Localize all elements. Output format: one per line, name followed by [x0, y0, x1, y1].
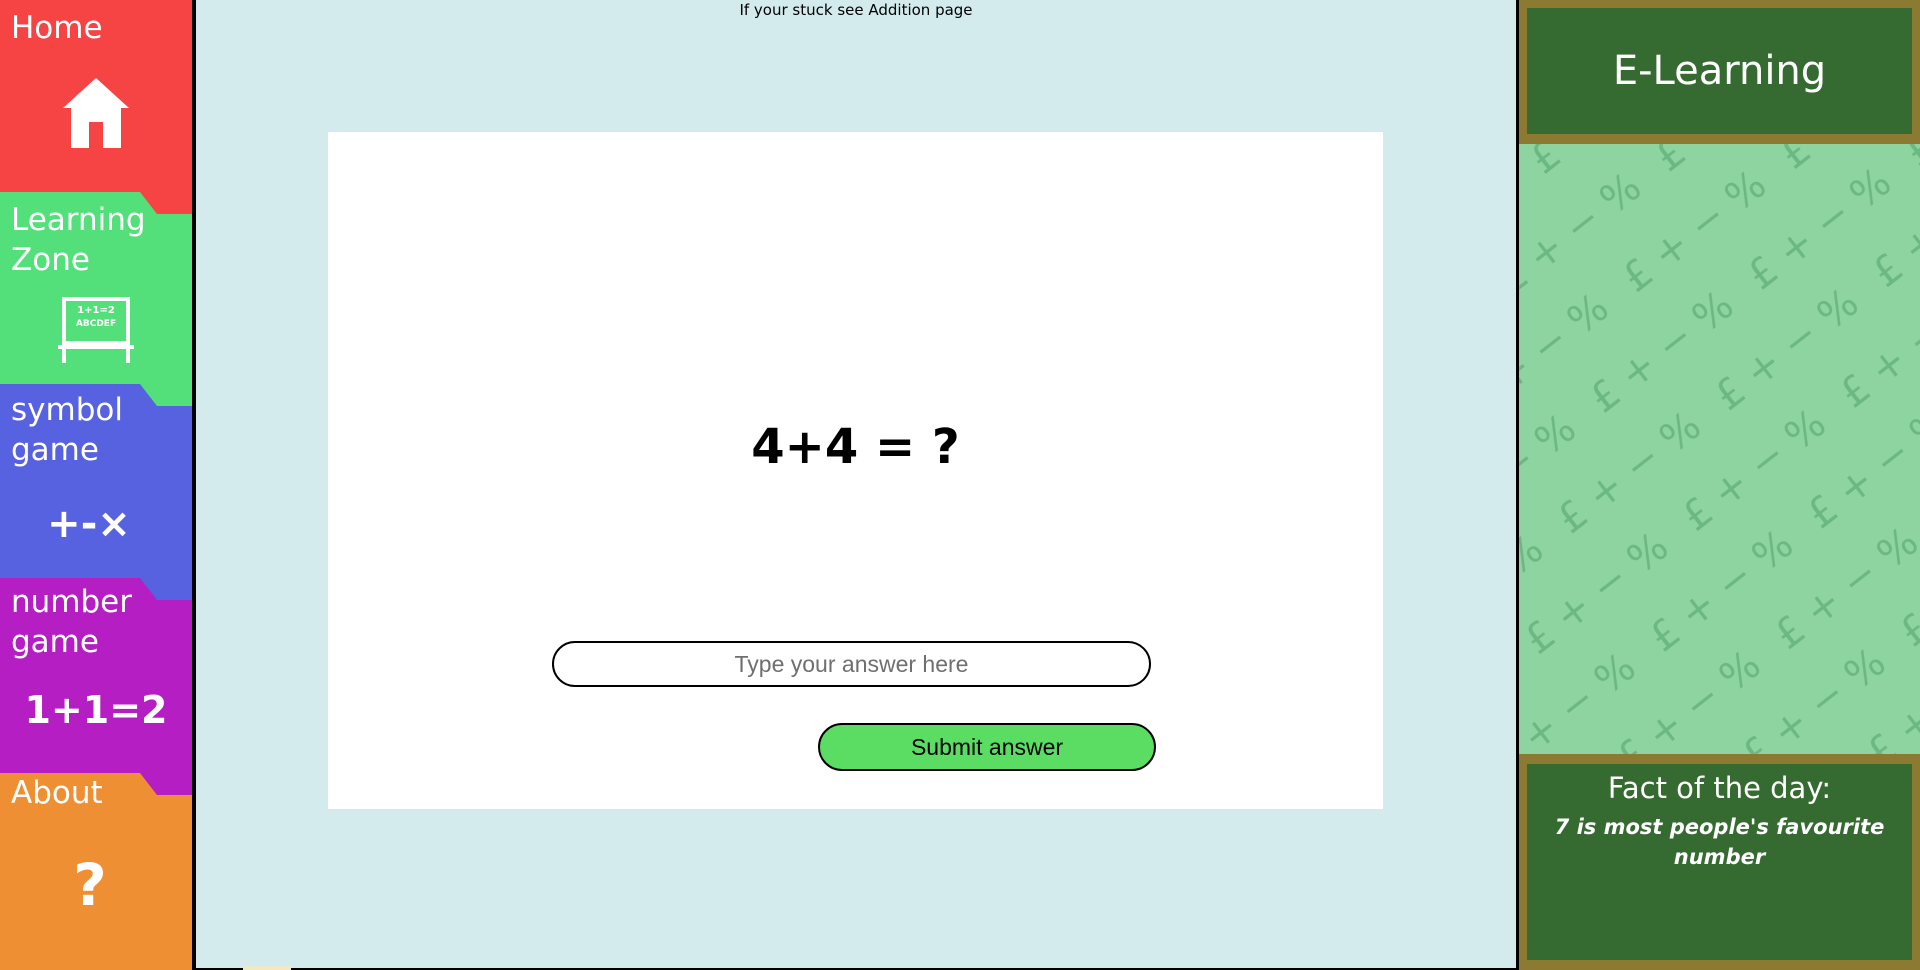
equation-icon: 1+1=2: [24, 688, 168, 732]
question-text: 4+4 = ?: [751, 419, 960, 475]
sidebar-item-about[interactable]: About ?: [0, 773, 192, 970]
sidebar-nav: Home Learning Zone 1+1=2 ABCDEF symbol g…: [0, 0, 192, 970]
math-symbol-pattern: £ + − % £ + − % £ + − %: [1519, 144, 1920, 754]
sidebar-item-label: symbol game: [11, 392, 123, 468]
right-panel: E-Learning £ + − % £ + − % £ + − % Fact …: [1519, 0, 1920, 970]
sidebar-item-label: About: [11, 775, 103, 811]
sidebar-item-label: number game: [11, 584, 132, 660]
fact-text: 7 is most people's favourite number: [1554, 815, 1885, 869]
hint-text: If your stuck see Addition page: [739, 1, 973, 19]
chalkboard-icon: 1+1=2 ABCDEF: [0, 297, 192, 367]
sidebar-item-learning-zone[interactable]: Learning Zone 1+1=2 ABCDEF: [0, 192, 192, 410]
submit-answer-button[interactable]: Submit answer: [818, 723, 1156, 771]
sidebar-item-label: Learning Zone: [11, 202, 146, 278]
answer-input[interactable]: [552, 641, 1151, 687]
sidebar-item-number-game[interactable]: number game 1+1=2: [0, 578, 192, 796]
brand-title: E-Learning: [1612, 48, 1827, 94]
chalkboard-text: 1+1=2: [77, 305, 115, 316]
house-icon: [0, 76, 192, 150]
brand-board: E-Learning: [1527, 8, 1912, 134]
window-edge-mark: [243, 966, 291, 970]
chalkboard-text: ABCDEF: [75, 319, 117, 329]
sidebar-item-label: Home: [11, 10, 103, 46]
fact-of-the-day-board: Fact of the day: 7 is most people's favo…: [1527, 764, 1912, 960]
fact-title: Fact of the day:: [1607, 771, 1832, 805]
question-mark-icon: ?: [73, 851, 107, 919]
sidebar-item-home[interactable]: Home: [0, 0, 192, 215]
main-content: If your stuck see Addition page 4+4 = ? …: [196, 0, 1516, 968]
sidebar-item-symbol-game[interactable]: symbol game +-×: [0, 384, 192, 602]
question-card: 4+4 = ? Submit answer: [328, 132, 1383, 809]
math-symbol-pattern-graphic: £ + − % £ + − % £ + − %: [1519, 144, 1920, 754]
math-symbols-icon: +-×: [47, 501, 131, 547]
